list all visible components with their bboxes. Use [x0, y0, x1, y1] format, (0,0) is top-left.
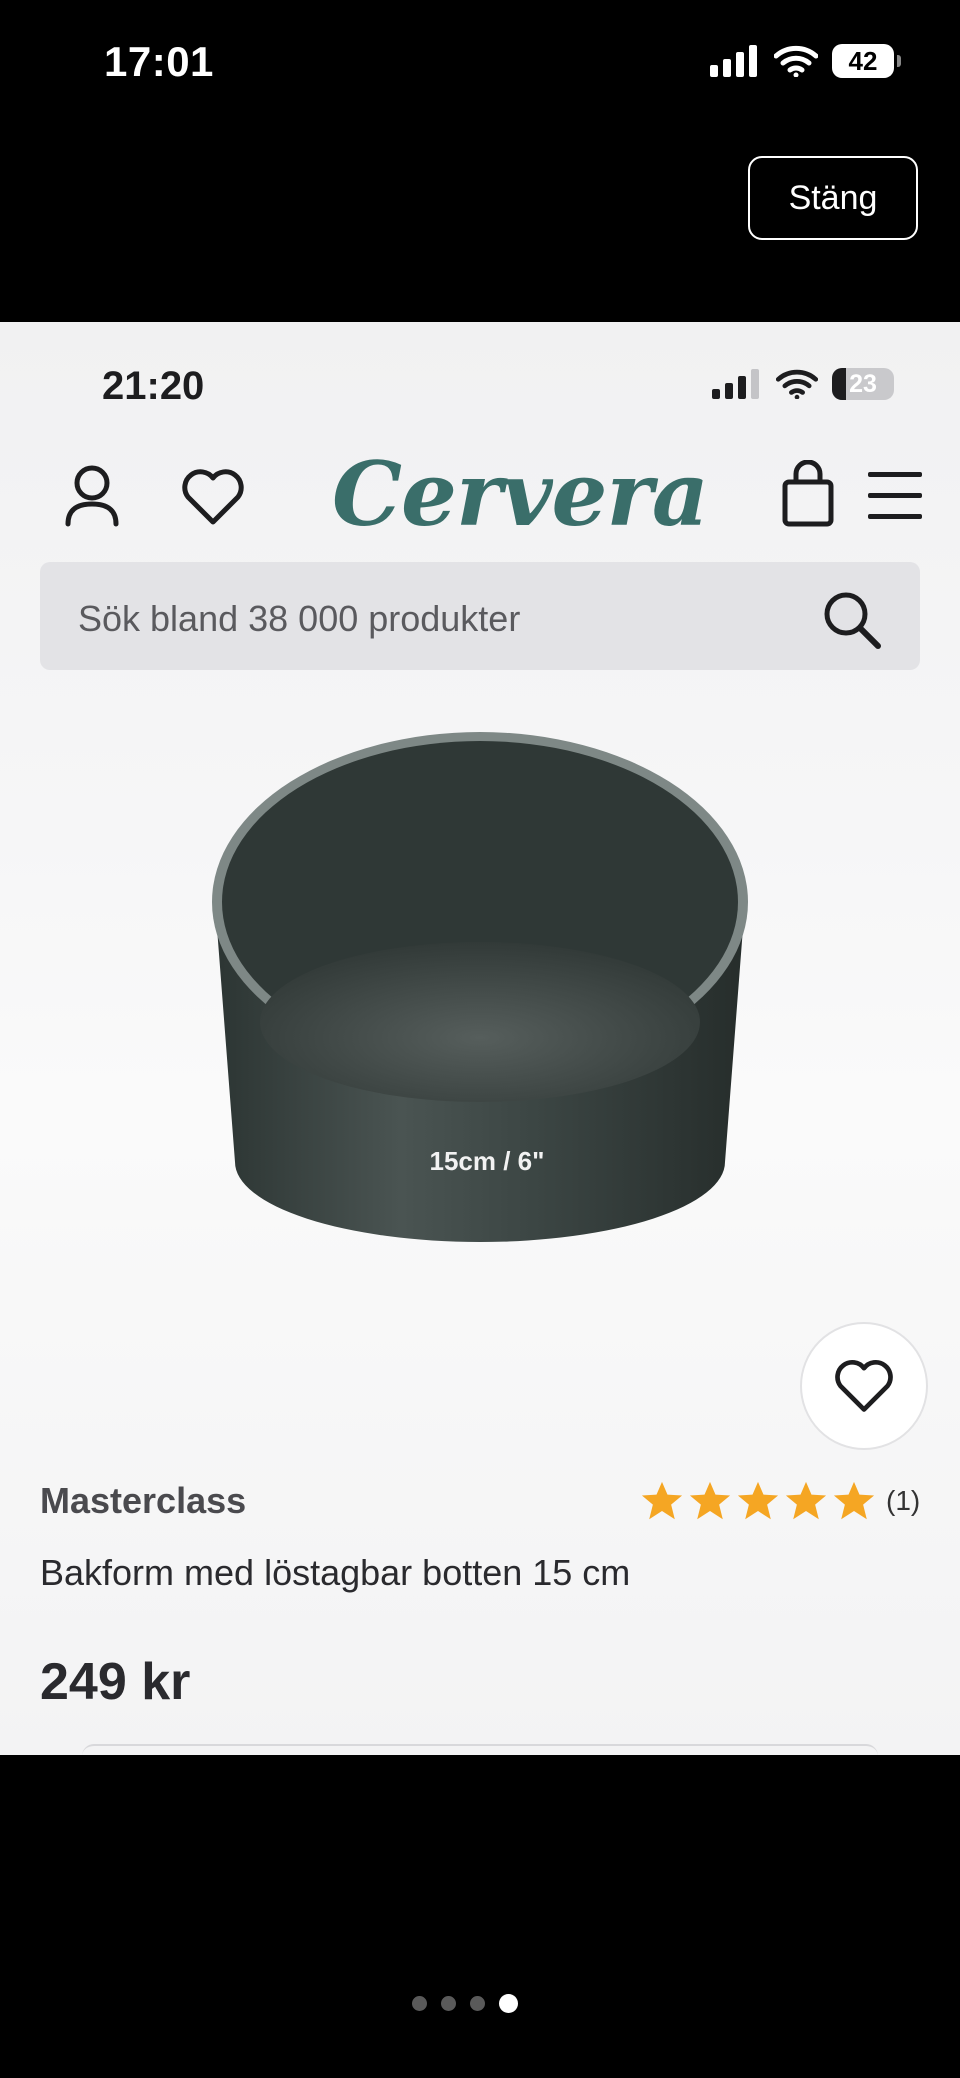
- heart-icon[interactable]: [180, 468, 246, 526]
- page-dot-active[interactable]: [499, 1994, 518, 2013]
- page-dot[interactable]: [470, 1996, 485, 2011]
- favorite-button[interactable]: [800, 1322, 928, 1450]
- star-icon: [785, 1481, 827, 1520]
- star-icon: [737, 1481, 779, 1520]
- product-rating[interactable]: (1): [640, 1480, 920, 1522]
- cervera-logo[interactable]: Cervera: [332, 442, 709, 546]
- cart-bag-icon[interactable]: [780, 460, 836, 528]
- search-icon[interactable]: [820, 588, 882, 650]
- product-image: 15cm / 6": [212, 732, 748, 1242]
- rating-count: (1): [886, 1485, 921, 1516]
- product-image-label: 15cm / 6": [430, 1146, 545, 1176]
- signal-icon: [712, 369, 759, 399]
- battery-icon: 23: [832, 368, 894, 400]
- outer-status-bar: 17:01 42: [0, 0, 960, 130]
- star-icon: [689, 1481, 731, 1520]
- battery-icon: 42: [832, 44, 901, 78]
- wifi-icon: [776, 369, 818, 399]
- wifi-icon: [774, 45, 818, 77]
- inner-status-icons: 23: [712, 368, 894, 400]
- close-button[interactable]: Stäng: [748, 156, 918, 240]
- star-icon: [641, 1481, 683, 1520]
- page-dot[interactable]: [412, 1996, 427, 2011]
- account-icon[interactable]: [62, 464, 122, 528]
- inner-screenshot: 21:20 23 Cervera Sök bland 38 000 produk…: [0, 322, 960, 1755]
- inner-time: 21:20: [102, 364, 205, 408]
- signal-icon: [710, 45, 757, 77]
- page-indicator: [412, 1994, 518, 2013]
- outer-time: 17:01: [104, 38, 214, 85]
- product-name: Bakform med löstagbar botten 15 cm: [40, 1552, 631, 1593]
- star-icon: [833, 1481, 875, 1520]
- search-bar[interactable]: Sök bland 38 000 produkter: [40, 562, 920, 670]
- heart-icon: [835, 1360, 893, 1412]
- search-input[interactable]: Sök bland 38 000 produkter: [78, 598, 520, 640]
- product-price: 249 kr: [40, 1653, 191, 1711]
- add-to-cart-button-edge[interactable]: [82, 1744, 878, 1755]
- menu-icon[interactable]: [868, 470, 922, 522]
- page-dot[interactable]: [441, 1996, 456, 2011]
- product-brand[interactable]: Masterclass: [40, 1480, 246, 1522]
- outer-status-icons: 42: [710, 44, 901, 78]
